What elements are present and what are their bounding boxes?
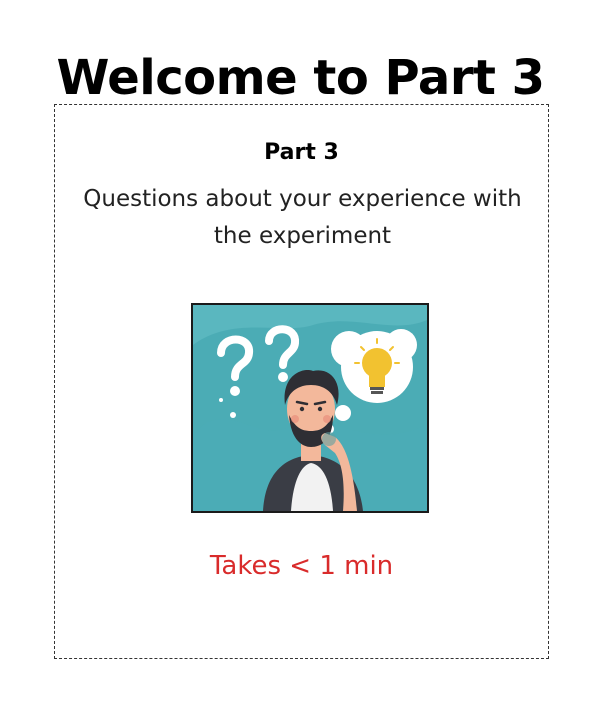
thinking-person-illustration — [191, 303, 429, 513]
card-heading: Part 3 — [264, 140, 339, 165]
duration-text: Takes < 1 min — [209, 551, 394, 581]
part-card: Part 3 Questions about your experience w… — [54, 104, 549, 659]
card-description: Questions about your experience with the… — [83, 186, 522, 249]
page-title: Welcome to Part 3 — [56, 50, 545, 107]
